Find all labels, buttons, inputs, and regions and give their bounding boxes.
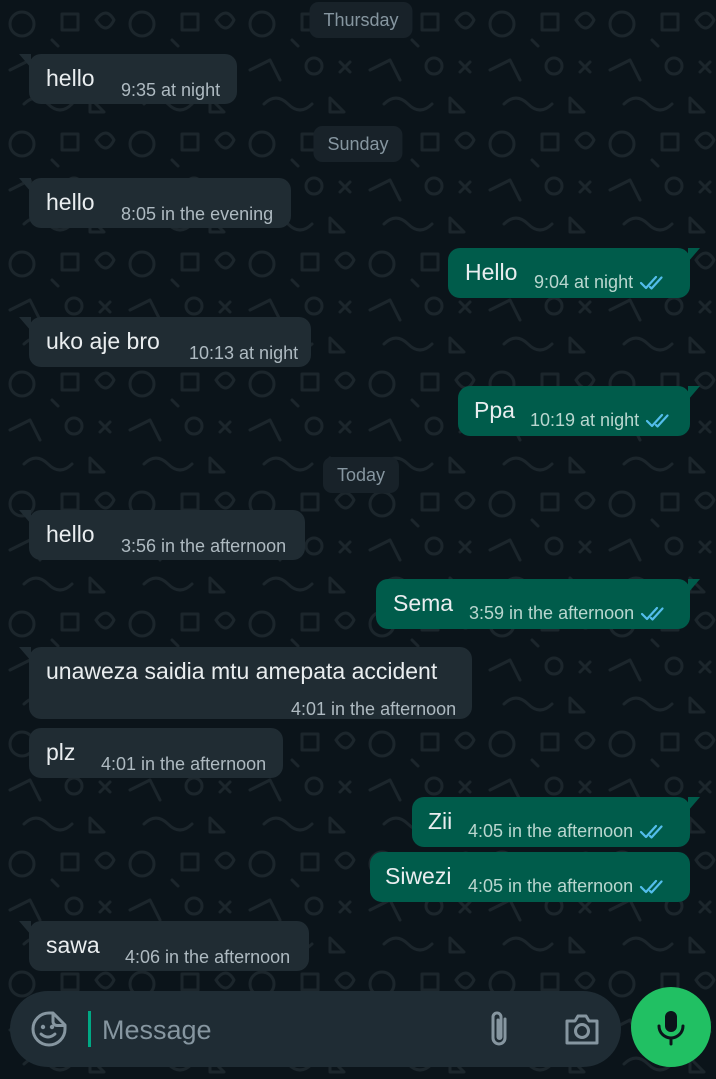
message-time: 9:35 at night	[121, 80, 221, 100]
voice-record-button[interactable]	[631, 987, 711, 1067]
message-text: hello	[46, 521, 95, 547]
message-text: plz	[46, 739, 76, 765]
camera-icon[interactable]	[563, 1011, 601, 1047]
message-text: Zii	[428, 808, 453, 834]
message-time: 4:06 in the afternoon	[125, 947, 291, 967]
message-list[interactable]: Thursday Sunday Today hello 9:35 at nigh…	[0, 0, 716, 990]
date-divider-sunday: Sunday	[313, 126, 403, 162]
message-time: 4:05 in the afternoon	[468, 876, 634, 896]
outgoing-message[interactable]: Siwezi 4:05 in the afternoon	[370, 852, 690, 902]
incoming-message[interactable]: unaweza saidia mtu amepata accident 4:01…	[19, 647, 472, 719]
message-time: 3:59 in the afternoon	[469, 603, 635, 623]
message-composer	[10, 991, 621, 1067]
microphone-icon	[657, 1011, 685, 1046]
message-text: Siwezi	[385, 863, 452, 889]
read-receipt-icon	[640, 824, 663, 839]
message-text: hello	[46, 189, 95, 215]
incoming-message[interactable]: hello 3:56 in the afternoon	[19, 510, 305, 560]
message-text: uko aje bro	[46, 328, 160, 354]
message-time: 10:13 at night	[189, 343, 299, 363]
message-text: Sema	[393, 590, 454, 616]
incoming-message[interactable]: hello 8:05 in the evening	[19, 178, 291, 228]
message-meta: 4:05 in the afternoon	[468, 821, 669, 842]
message-input[interactable]	[100, 1007, 464, 1053]
message-time: 4:05 in the afternoon	[468, 821, 634, 841]
incoming-message[interactable]: plz 4:01 in the afternoon	[29, 728, 283, 778]
incoming-message[interactable]: sawa 4:06 in the afternoon	[19, 921, 309, 971]
message-text: unaweza saidia mtu amepata accident	[46, 658, 438, 684]
paperclip-icon[interactable]	[485, 1009, 513, 1049]
incoming-message[interactable]: uko aje bro 10:13 at night	[19, 317, 311, 367]
read-receipt-icon	[641, 606, 664, 621]
message-time: 4:01 in the afternoon	[291, 699, 457, 719]
message-text: sawa	[46, 932, 100, 958]
incoming-message[interactable]: hello 9:35 at night	[19, 54, 237, 104]
outgoing-message[interactable]: Hello 9:04 at night	[448, 248, 700, 298]
date-divider-today: Today	[322, 457, 400, 493]
message-meta: 4:05 in the afternoon	[468, 876, 669, 897]
message-text: Hello	[465, 259, 518, 285]
message-time: 10:19 at night	[530, 410, 640, 430]
outgoing-message[interactable]: Ppa 10:19 at night	[458, 386, 700, 436]
read-receipt-icon	[640, 879, 663, 894]
message-meta: 3:59 in the afternoon	[469, 603, 670, 624]
message-time: 8:05 in the evening	[121, 204, 274, 224]
message-time: 9:04 at night	[534, 272, 634, 292]
read-receipt-icon	[639, 275, 663, 290]
message-text: hello	[46, 65, 95, 91]
message-meta: 10:19 at night	[530, 410, 675, 431]
message-time: 4:01 in the afternoon	[101, 754, 267, 774]
text-cursor	[88, 1011, 91, 1047]
message-meta: 9:04 at night	[534, 272, 669, 293]
outgoing-message[interactable]: Sema 3:59 in the afternoon	[376, 579, 700, 629]
outgoing-message[interactable]: Zii 4:05 in the afternoon	[412, 797, 700, 847]
message-text: Ppa	[474, 397, 515, 423]
date-divider-thursday: Thursday	[309, 2, 413, 38]
message-time: 3:56 in the afternoon	[121, 536, 287, 556]
read-receipt-icon	[645, 413, 669, 428]
sticker-icon[interactable]	[30, 1010, 68, 1048]
